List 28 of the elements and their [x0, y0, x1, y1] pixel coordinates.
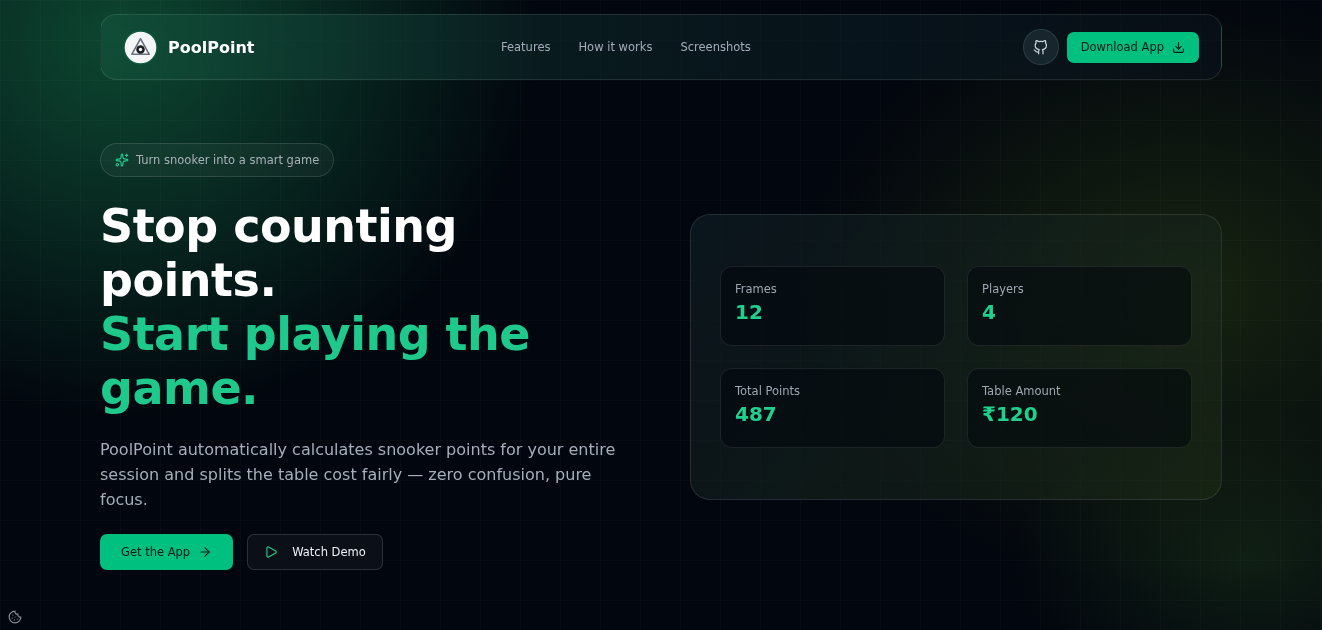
stat-label: Frames: [735, 281, 778, 296]
description-text: PoolPoint automatically calculates snooker points for your entire session and splits the table cost fairly — zero confusion, pure focus.: [100, 439, 617, 511]
nav-link[interactable]: How it works: [578, 40, 653, 54]
play-icon: [264, 545, 279, 559]
stat-label: Players: [982, 281, 1025, 296]
github-button[interactable]: [1022, 29, 1059, 65]
stat-value: ₹120: [982, 401, 1039, 426]
nav-link[interactable]: Features: [501, 40, 551, 54]
brand-name: PoolPoint: [168, 37, 255, 57]
github-icon: [1033, 39, 1049, 55]
nav-link[interactable]: Screenshots: [680, 40, 751, 54]
sparkles-icon: [115, 153, 129, 167]
download-icon: [1172, 40, 1185, 54]
cookie-icon: [8, 610, 22, 624]
arrow-right-icon: [198, 545, 213, 559]
headline-text: Stop counting points.: [100, 199, 458, 307]
stat-value: 4: [982, 299, 997, 324]
stat-value: 487: [735, 401, 778, 426]
stat-label: Table Amount: [982, 383, 1062, 398]
cookie-settings-button[interactable]: [6, 608, 24, 626]
watch-demo-button[interactable]: Watch Demo: [247, 534, 383, 570]
stat-label: Total Points: [735, 383, 802, 398]
badge-text: Turn snooker into a smart game: [136, 153, 320, 167]
logo-icon: [123, 29, 158, 65]
stat-value: 12: [735, 299, 764, 324]
get-app-button[interactable]: Get the App: [100, 534, 234, 570]
download-button[interactable]: Download App: [1066, 31, 1199, 63]
headline-accent-text: Start playing the game.: [100, 307, 532, 415]
